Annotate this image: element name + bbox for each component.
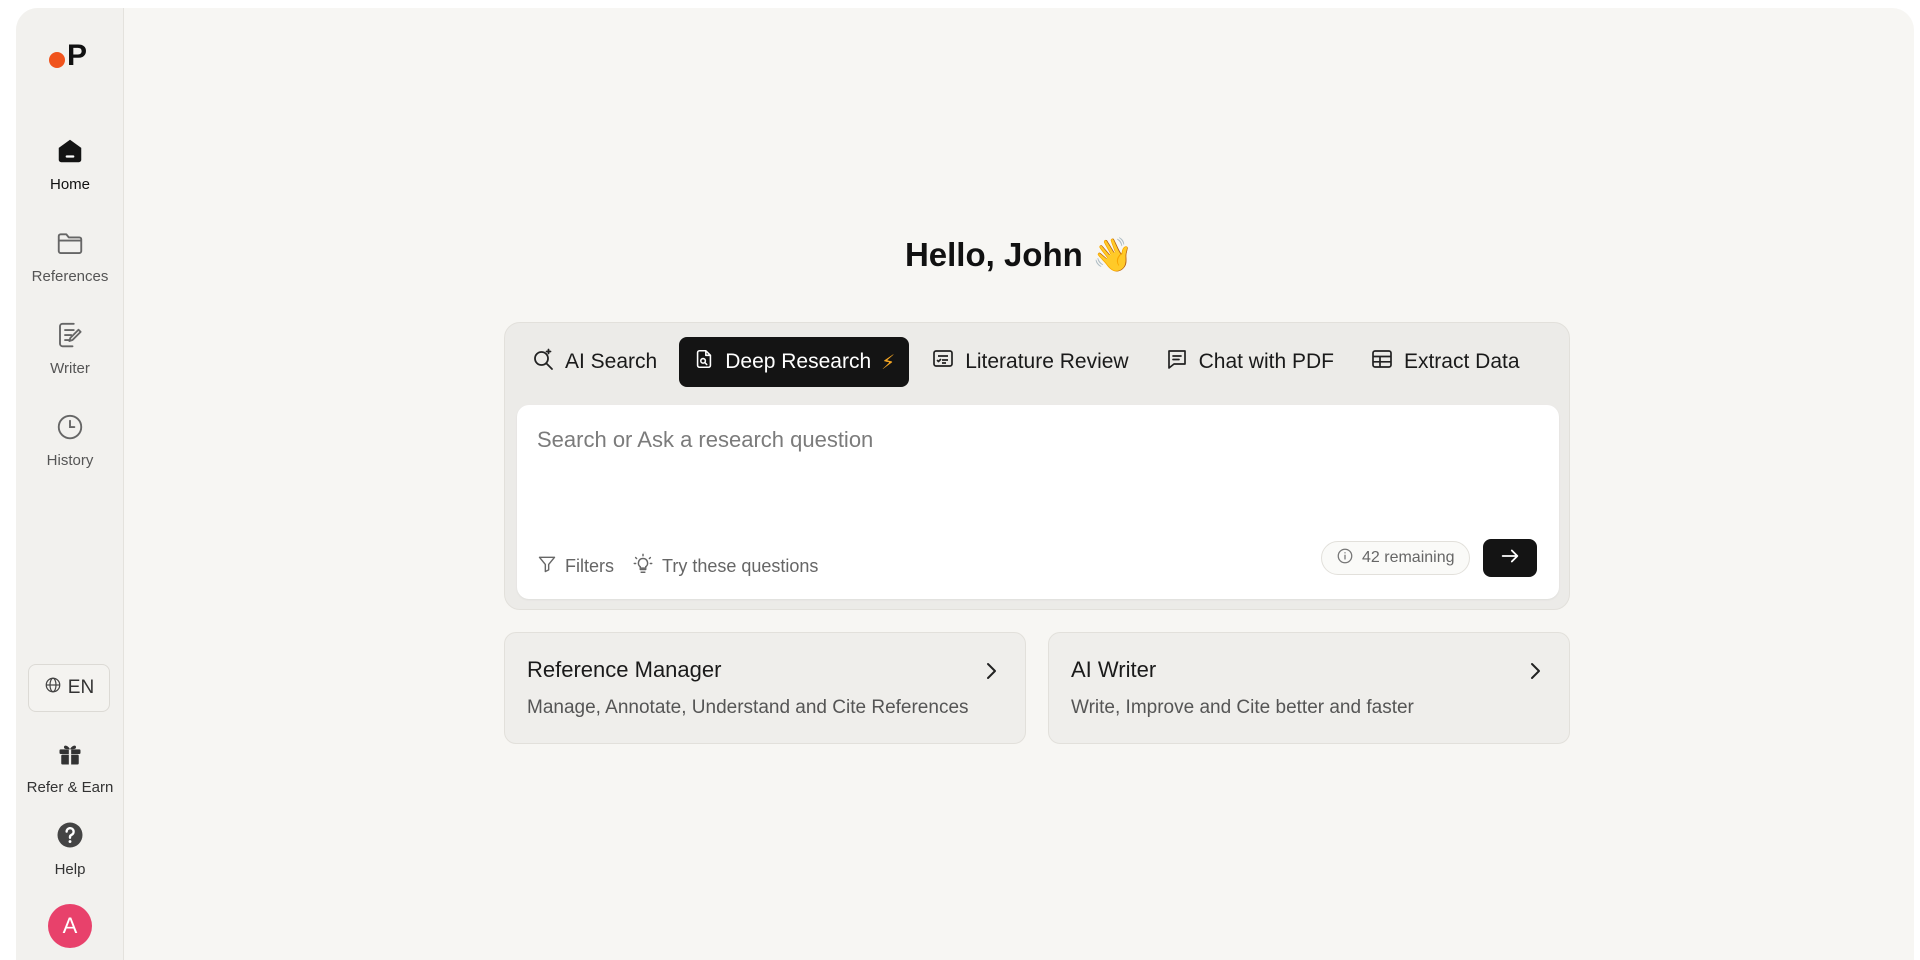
tab-ai-search[interactable]: AI Search: [517, 337, 671, 387]
reference-manager-card[interactable]: Reference Manager Manage, Annotate, Unde…: [504, 632, 1026, 744]
tab-label: Deep Research: [725, 350, 872, 373]
card-title: AI Writer: [1071, 657, 1157, 682]
tab-label: Literature Review: [965, 350, 1129, 373]
refer-and-earn-link[interactable]: Refer & Earn: [16, 740, 124, 796]
remaining-label: 42 remaining: [1362, 549, 1455, 566]
sidebar-item-label: References: [31, 268, 109, 285]
table-icon: [1370, 347, 1394, 377]
card-description: Write, Improve and Cite better and faste…: [1071, 697, 1414, 718]
clock-icon: [53, 410, 87, 444]
filter-icon: [537, 554, 557, 579]
help-icon: [55, 820, 85, 855]
language-selector[interactable]: EN: [28, 664, 110, 712]
language-label: EN: [67, 677, 95, 698]
arrow-right-icon: [1499, 545, 1521, 572]
submit-button[interactable]: [1483, 539, 1537, 577]
lightbulb-icon: [632, 553, 654, 580]
tab-extract-data[interactable]: Extract Data: [1356, 337, 1534, 387]
folder-icon: [53, 226, 87, 260]
bolt-icon: ⚡: [881, 351, 896, 374]
help-label: Help: [54, 861, 86, 878]
filters-button[interactable]: Filters: [537, 554, 614, 579]
tab-chat-with-pdf[interactable]: Chat with PDF: [1151, 337, 1348, 387]
sidebar-item-label: Writer: [50, 360, 90, 377]
try-questions-label: Try these questions: [662, 556, 819, 576]
sidebar-item-label: History: [46, 452, 94, 469]
info-icon: [1336, 547, 1354, 570]
logo-letter: P: [67, 39, 88, 72]
tab-literature-review[interactable]: Literature Review: [917, 337, 1142, 387]
query-tools: Filters Try these questions: [537, 553, 818, 580]
literature-review-icon: [931, 347, 955, 377]
home-icon: [53, 134, 87, 168]
sidebar-item-references[interactable]: References: [16, 226, 124, 302]
sidebar-item-writer[interactable]: Writer: [16, 318, 124, 394]
card-description: Manage, Annotate, Understand and Cite Re…: [527, 697, 969, 718]
sidebar-item-home[interactable]: Home: [16, 134, 124, 210]
tab-label: Extract Data: [1403, 350, 1520, 373]
tab-label: AI Search: [565, 350, 658, 373]
sidebar-item-label: Home: [49, 176, 90, 193]
ai-writer-card[interactable]: AI Writer Write, Improve and Cite better…: [1048, 632, 1570, 744]
mode-tabs: AI Search Deep Research ⚡ Literature Rev…: [517, 337, 1534, 387]
help-link[interactable]: Help: [16, 820, 124, 878]
tab-deep-research[interactable]: Deep Research ⚡: [679, 337, 910, 387]
search-panel: AI Search Deep Research ⚡ Literature Rev…: [504, 322, 1570, 610]
chat-icon: [1165, 347, 1189, 377]
try-questions-button[interactable]: Try these questions: [632, 553, 818, 580]
refer-label: Refer & Earn: [26, 779, 114, 796]
tab-label: Chat with PDF: [1198, 350, 1334, 373]
sidebar: P Home References Writer History EN Refe…: [16, 8, 124, 960]
remaining-badge: 42 remaining: [1321, 541, 1470, 575]
globe-icon: [44, 676, 62, 700]
document-icon: [693, 348, 715, 376]
app-window: P Home References Writer History EN Refe…: [16, 8, 1914, 960]
page-greeting: Hello, John 👋: [904, 236, 1134, 273]
chevron-right-icon: [979, 659, 1003, 688]
logo-dot: [49, 52, 65, 68]
filters-label: Filters: [565, 556, 614, 576]
query-box: Filters Try these questions 42 remaining: [517, 405, 1559, 599]
chevron-right-icon: [1523, 659, 1547, 688]
sidebar-item-history[interactable]: History: [16, 410, 124, 486]
app-logo[interactable]: P: [49, 36, 93, 76]
user-avatar[interactable]: A: [48, 904, 92, 948]
search-input[interactable]: [537, 423, 1537, 457]
writer-icon: [53, 318, 87, 352]
gift-icon: [56, 740, 84, 773]
ai-search-icon: [531, 347, 555, 377]
card-title: Reference Manager: [527, 657, 722, 682]
